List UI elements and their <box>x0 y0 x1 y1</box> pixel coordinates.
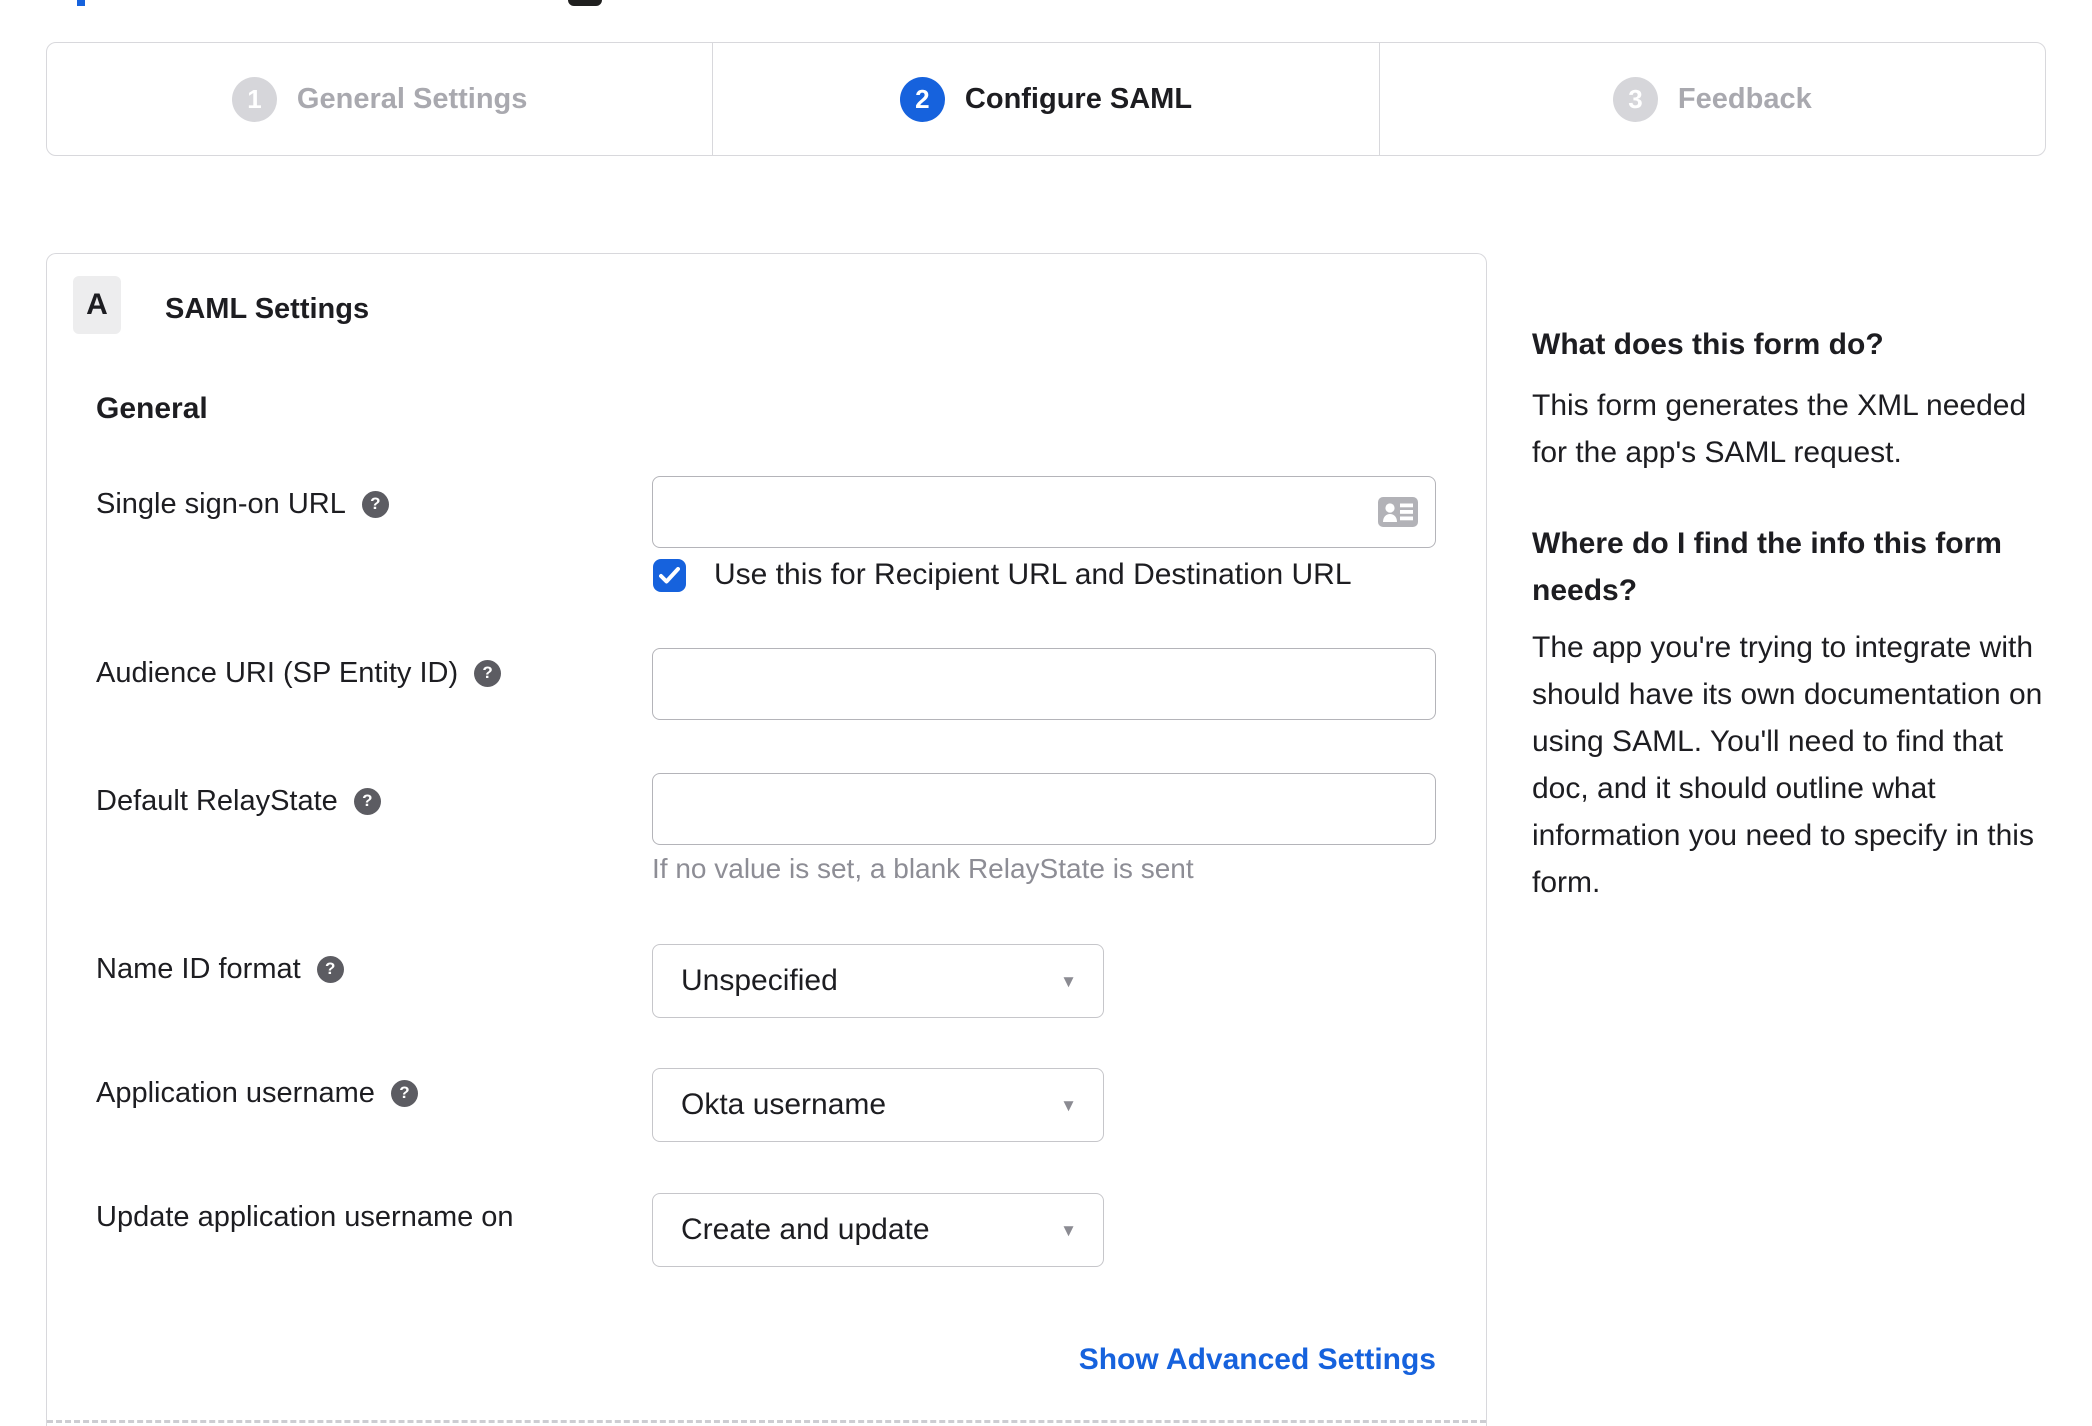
help-answer-2: The app you're trying to integrate with … <box>1532 624 2048 906</box>
section-letter-badge: A <box>73 276 121 334</box>
advanced-settings-row: Show Advanced Settings <box>652 1342 1436 1378</box>
step-label: General Settings <box>296 82 528 115</box>
okta-logo-fragment <box>77 0 85 6</box>
audience-uri-input-wrap <box>652 648 1436 720</box>
show-advanced-settings-link[interactable]: Show Advanced Settings <box>1079 1343 1436 1376</box>
section-title: SAML Settings <box>165 293 370 325</box>
help-sidebar: What does this form do? This form genera… <box>1532 321 2048 950</box>
step-number-badge: 2 <box>899 76 945 122</box>
section-divider <box>47 1420 1486 1423</box>
chevron-down-icon: ▼ <box>1060 1220 1077 1240</box>
audience-uri-input[interactable] <box>652 648 1436 720</box>
help-icon[interactable]: ? <box>390 1079 418 1107</box>
help-icon[interactable]: ? <box>474 659 502 687</box>
help-answer-1-line: This form generates the XML needed <box>1532 389 2027 422</box>
update-username-select[interactable]: Create and update ▼ <box>652 1193 1104 1267</box>
help-answer-1: This form generates the XML needed for t… <box>1532 382 2048 476</box>
relay-state-label-text: Default RelayState <box>96 785 338 817</box>
sso-url-label-text: Single sign-on URL <box>96 488 346 520</box>
relay-state-input-wrap <box>652 773 1436 845</box>
help-question-2: Where do I find the info this form needs… <box>1532 520 2048 614</box>
step-label: Feedback <box>1677 82 1812 115</box>
audience-uri-label-text: Audience URI (SP Entity ID) <box>96 657 459 689</box>
step-label: Configure SAML <box>964 82 1193 115</box>
help-answer-2-line: form. <box>1532 866 1601 899</box>
relay-state-input[interactable] <box>652 773 1436 845</box>
step-number-badge: 3 <box>1612 76 1658 122</box>
application-username-value: Okta username <box>681 1088 887 1121</box>
name-id-format-value: Unspecified <box>681 964 838 997</box>
wizard-stepper: 1 General Settings 2 Configure SAML 3 Fe… <box>46 42 2046 156</box>
help-icon[interactable]: ? <box>361 490 389 518</box>
help-question-2-line: needs? <box>1532 574 1638 607</box>
sso-url-input[interactable] <box>652 476 1436 548</box>
application-username-select[interactable]: Okta username ▼ <box>652 1068 1104 1142</box>
group-title: General <box>96 392 208 425</box>
recipient-url-checkbox[interactable] <box>653 558 686 592</box>
help-icon[interactable]: ? <box>316 955 344 983</box>
update-username-label-text: Update application username on <box>96 1201 514 1233</box>
name-id-format-select[interactable]: Unspecified ▼ <box>652 944 1104 1018</box>
update-username-label: Update application username on <box>96 1200 514 1234</box>
saml-settings-panel: A SAML Settings General Single sign-on U… <box>46 253 1487 1426</box>
help-answer-2-line: should have its own documentation on <box>1532 678 2043 711</box>
sso-url-label: Single sign-on URL ? <box>96 487 389 521</box>
sso-url-input-wrap <box>652 476 1436 548</box>
help-icon[interactable]: ? <box>353 787 381 815</box>
help-question-2-line: Where do I find the info this form <box>1532 527 2002 560</box>
app-logo-fragment <box>568 0 602 6</box>
contact-card-icon[interactable] <box>1378 497 1418 532</box>
audience-uri-label: Audience URI (SP Entity ID) ? <box>96 656 502 690</box>
update-username-value: Create and update <box>681 1213 930 1246</box>
recipient-url-checkbox-label: Use this for Recipient URL and Destinati… <box>714 558 1352 591</box>
recipient-url-checkbox-row: Use this for Recipient URL and Destinati… <box>653 557 1352 593</box>
chevron-down-icon: ▼ <box>1060 971 1077 991</box>
application-username-label-text: Application username <box>96 1077 375 1109</box>
step-number-badge: 1 <box>231 76 277 122</box>
help-answer-2-line: The app you're trying to integrate with <box>1532 631 2034 664</box>
help-question-1: What does this form do? <box>1532 328 1884 361</box>
help-answer-2-line: doc, and it should outline what <box>1532 772 1936 805</box>
help-answer-2-line: information you need to specify in this <box>1532 819 2034 852</box>
application-username-label: Application username ? <box>96 1076 418 1110</box>
step-general-settings[interactable]: 1 General Settings <box>47 43 712 155</box>
help-answer-1-line: for the app's SAML request. <box>1532 436 1902 469</box>
name-id-format-label: Name ID format ? <box>96 952 344 986</box>
relay-state-helper-text: If no value is set, a blank RelayState i… <box>652 853 1194 884</box>
name-id-format-label-text: Name ID format <box>96 953 301 985</box>
help-answer-2-line: using SAML. You'll need to find that <box>1532 725 2004 758</box>
step-feedback[interactable]: 3 Feedback <box>1378 43 2045 155</box>
chevron-down-icon: ▼ <box>1060 1095 1077 1115</box>
relay-state-label: Default RelayState ? <box>96 784 381 818</box>
step-configure-saml[interactable]: 2 Configure SAML <box>712 43 1378 155</box>
